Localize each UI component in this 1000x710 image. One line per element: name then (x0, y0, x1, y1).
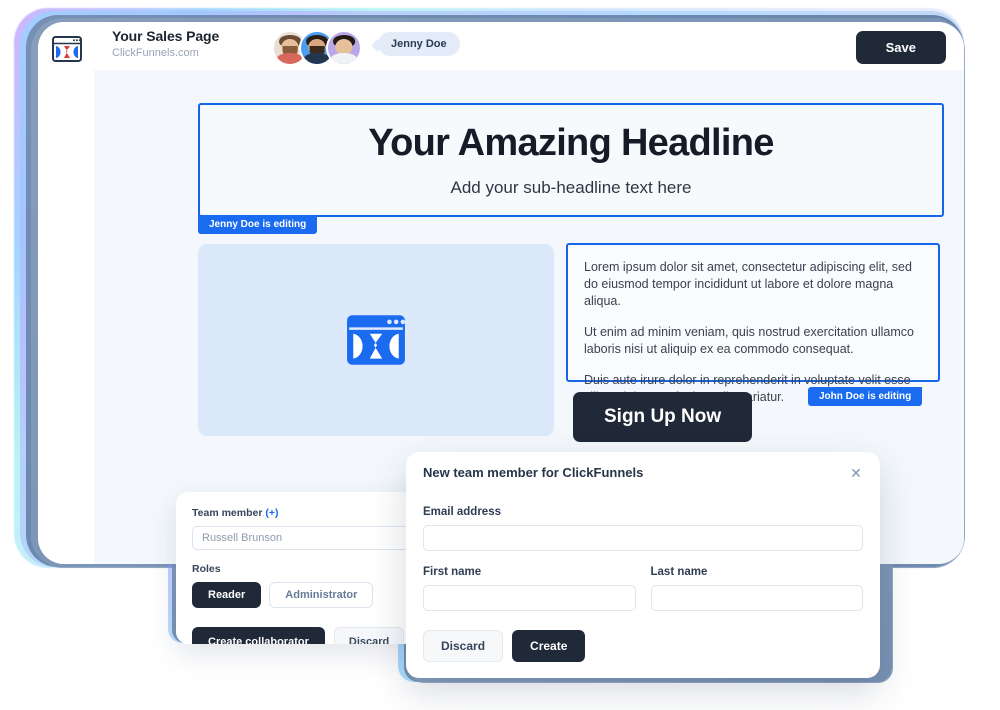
new-team-member-modal: New team member for ClickFunnels ✕ Email… (406, 452, 880, 678)
create-collaborator-button[interactable]: Create collaborator (192, 627, 325, 644)
collaborator-card-body: Team member (+) Russell Brunson Roles Re… (176, 492, 434, 644)
first-name-label: First name (423, 566, 482, 578)
page-title-block: Your Sales Page ClickFunnels.com (112, 28, 219, 60)
modal-title: New team member for ClickFunnels (423, 465, 644, 480)
close-icon[interactable]: ✕ (848, 465, 864, 481)
sign-up-now-button[interactable]: Sign Up Now (573, 392, 753, 442)
clickfunnels-logo-icon (347, 315, 406, 365)
email-address-label: Email address (423, 506, 501, 518)
headline-block[interactable]: Your Amazing Headline Add your sub-headl… (198, 103, 944, 217)
app-sidebar (38, 22, 95, 564)
screenshot-stage: Your Sales Page ClickFunnels.com Jenny D… (0, 0, 1000, 710)
last-name-input[interactable] (650, 585, 863, 611)
headline-text: Your Amazing Headline (368, 122, 774, 164)
team-member-label: Team member (+) (192, 507, 418, 519)
roles-label: Roles (192, 563, 221, 575)
modal-body: Email address First name Last name (423, 506, 863, 611)
avatar[interactable] (326, 30, 362, 66)
team-member-label-text: Team member (192, 507, 263, 519)
avatar-group[interactable] (272, 30, 362, 66)
role-option-administrator[interactable]: Administrator (269, 582, 374, 608)
clickfunnels-logo-icon (52, 36, 82, 62)
last-name-field: Last name (650, 566, 863, 611)
name-fields-row: First name Last name (423, 566, 863, 611)
last-name-label: Last name (650, 566, 708, 578)
page-domain: ClickFunnels.com (112, 47, 199, 59)
first-name-input[interactable] (423, 585, 636, 611)
collaborator-card: Team member (+) Russell Brunson Roles Re… (176, 492, 434, 644)
editing-badge-jenny: Jenny Doe is editing (198, 215, 318, 234)
app-header: Your Sales Page ClickFunnels.com Jenny D… (94, 22, 964, 71)
body-text-panel[interactable]: Lorem ipsum dolor sit amet, consectetur … (566, 243, 940, 404)
add-member-icon[interactable]: (+) (265, 507, 278, 519)
save-button[interactable]: Save (855, 31, 946, 64)
body-paragraph: Ut enim ad minim veniam, quis nostrud ex… (584, 325, 914, 356)
first-name-field: First name (423, 566, 636, 611)
body-paragraph: Lorem ipsum dolor sit amet, consectetur … (584, 260, 912, 308)
team-member-input[interactable]: Russell Brunson (192, 526, 418, 550)
role-option-reader[interactable]: Reader (192, 582, 262, 608)
avatar-face (328, 32, 360, 64)
collaborator-name-chip: Jenny Doe (378, 32, 460, 56)
subheadline-text: Add your sub-headline text here (450, 178, 692, 197)
editing-badge-john: John Doe is editing (808, 387, 923, 406)
image-placeholder-panel[interactable] (198, 244, 554, 436)
roles-row: Reader Administrator (192, 582, 418, 608)
collaborator-actions: Create collaborator Discard (192, 627, 418, 644)
collaborator-discard-button[interactable]: Discard (333, 627, 405, 644)
modal-actions: Discard Create (423, 630, 586, 662)
modal-discard-button[interactable]: Discard (423, 630, 504, 662)
page-title: Your Sales Page (112, 28, 220, 44)
modal-create-button[interactable]: Create (512, 630, 586, 662)
email-address-input[interactable] (423, 525, 863, 551)
